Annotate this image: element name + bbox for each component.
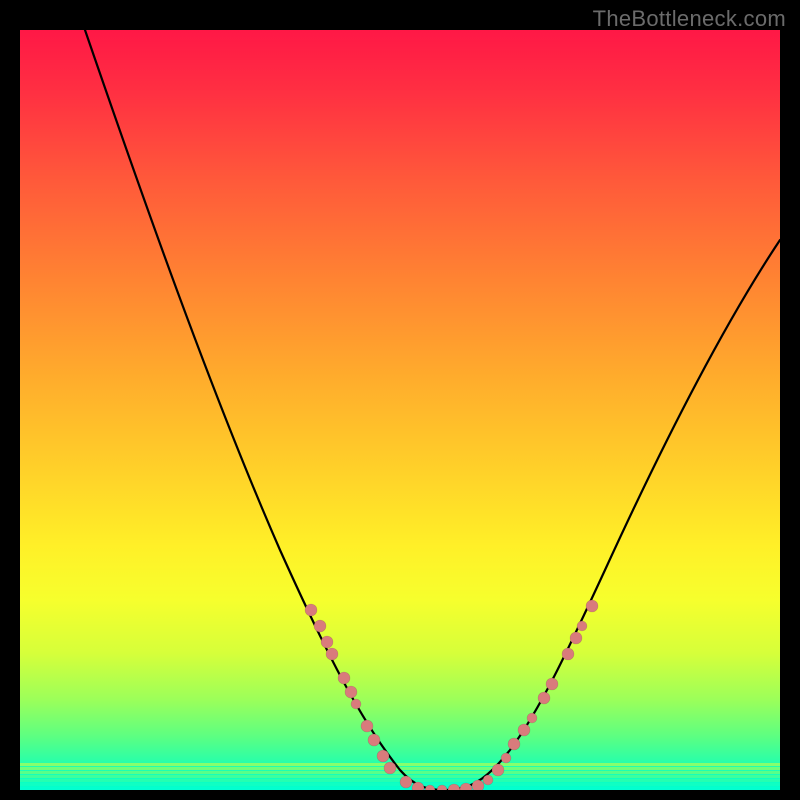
data-point	[326, 648, 338, 660]
data-point	[501, 753, 511, 763]
data-point	[361, 720, 373, 732]
data-point	[305, 604, 317, 616]
data-point	[527, 713, 537, 723]
bottleneck-curve	[85, 30, 780, 790]
data-point	[425, 785, 435, 790]
data-point	[338, 672, 350, 684]
data-point	[483, 775, 493, 785]
data-point	[577, 621, 587, 631]
chart-stage: TheBottleneck.com	[0, 0, 800, 800]
plot-frame	[20, 30, 780, 790]
data-point	[508, 738, 520, 750]
dots-left-group	[305, 604, 396, 774]
data-point	[518, 724, 530, 736]
data-point	[368, 734, 380, 746]
data-point	[345, 686, 357, 698]
data-point	[562, 648, 574, 660]
data-point	[437, 785, 447, 790]
data-point	[321, 636, 333, 648]
data-point	[400, 776, 412, 788]
data-point	[570, 632, 582, 644]
dots-bottom-group	[400, 753, 511, 790]
data-point	[351, 699, 361, 709]
data-point	[546, 678, 558, 690]
data-point	[448, 784, 460, 790]
data-point	[492, 764, 504, 776]
data-point	[472, 780, 484, 790]
graph-svg	[20, 30, 780, 790]
data-point	[538, 692, 550, 704]
watermark-label: TheBottleneck.com	[593, 6, 786, 32]
data-point	[460, 783, 472, 790]
data-point	[384, 762, 396, 774]
data-point	[377, 750, 389, 762]
data-point	[586, 600, 598, 612]
dots-right-group	[508, 600, 598, 750]
data-point	[314, 620, 326, 632]
